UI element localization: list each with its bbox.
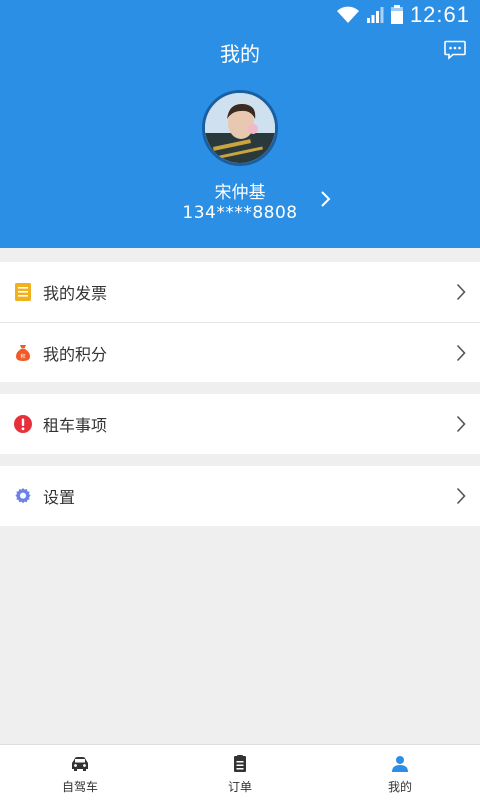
avatar-photo <box>205 93 275 163</box>
status-bar: 12:61 <box>0 0 480 30</box>
tab-label: 我的 <box>387 780 412 794</box>
avatar[interactable] <box>202 90 278 166</box>
menu-item-label: 租车事项 <box>43 416 108 435</box>
order-list-icon <box>234 755 246 772</box>
chevron-right-icon <box>456 487 466 505</box>
profile-header: 12:61 我的 宋仲基 134****8808 <box>0 0 480 248</box>
user-phone: 134****8808 <box>182 203 298 223</box>
tab-mine[interactable]: 我的 <box>320 745 480 800</box>
menu-item-settings[interactable]: 设置 <box>0 466 480 526</box>
chevron-right-icon <box>456 283 466 301</box>
menu-item-label: 设置 <box>43 488 76 507</box>
menu-item-rental-notes[interactable]: 租车事项 <box>0 394 480 454</box>
tab-orders[interactable]: 订单 <box>160 745 320 800</box>
wifi-icon <box>336 6 359 23</box>
menu-item-invoice[interactable]: 我的发票 <box>0 262 480 322</box>
tab-self-drive[interactable]: 自驾车 <box>0 745 160 800</box>
invoice-icon <box>14 283 32 301</box>
user-icon <box>392 756 408 772</box>
tab-label: 自驾车 <box>61 780 98 794</box>
menu-group-account: 我的发票 积 我的积分 <box>0 262 480 382</box>
bottom-tab-bar: 自驾车 订单 我的 <box>0 744 480 800</box>
menu-item-label: 我的发票 <box>43 284 108 303</box>
message-icon[interactable] <box>444 40 466 60</box>
menu-item-label: 我的积分 <box>43 344 108 364</box>
gear-icon <box>14 487 32 505</box>
chevron-right-icon <box>456 344 466 362</box>
signal-icon <box>366 7 384 23</box>
chevron-right-icon <box>456 415 466 433</box>
status-time: 12:61 <box>409 2 470 27</box>
car-icon <box>72 757 88 771</box>
tab-label: 订单 <box>227 780 252 794</box>
svg-text:积: 积 <box>20 353 25 360</box>
menu-group-settings: 设置 <box>0 466 480 526</box>
chevron-right-icon[interactable] <box>318 188 334 210</box>
points-bag-icon: 积 <box>14 344 32 362</box>
menu-item-points[interactable]: 积 我的积分 <box>0 322 480 382</box>
page-title: 我的 <box>220 42 260 66</box>
alert-icon <box>14 415 32 433</box>
battery-icon <box>390 5 403 24</box>
menu-group-rental: 租车事项 <box>0 394 480 454</box>
user-name[interactable]: 宋仲基 <box>0 178 480 203</box>
